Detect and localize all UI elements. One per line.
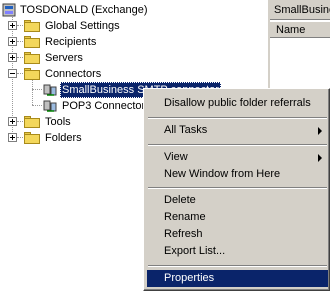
menu-item-properties[interactable]: Properties xyxy=(147,270,328,287)
tree-item-connectors[interactable]: Connectors xyxy=(0,66,200,82)
folder-icon xyxy=(24,132,40,144)
tree-item-label: Global Settings xyxy=(45,20,120,32)
menu-separator xyxy=(148,187,327,189)
menu-item-label: Properties xyxy=(164,272,215,284)
menu-item-label: Disallow public folder referrals xyxy=(164,97,311,109)
collapse-icon[interactable] xyxy=(8,69,17,78)
folder-open-icon xyxy=(24,68,40,80)
column-header-name[interactable]: Name xyxy=(270,21,330,38)
menu-item-new-window[interactable]: New Window from Here xyxy=(147,166,328,183)
menu-item-label: Refresh xyxy=(164,228,203,240)
tree-item-label: Servers xyxy=(45,52,83,64)
exchange-org-icon xyxy=(2,3,16,17)
menu-item-export-list[interactable]: Export List... xyxy=(147,243,328,260)
tree-item-servers[interactable]: Servers xyxy=(0,50,200,66)
menu-item-refresh[interactable]: Refresh xyxy=(147,226,328,243)
tree-item-label: Connectors xyxy=(45,68,102,80)
folder-icon xyxy=(24,20,40,32)
folder-icon xyxy=(24,116,40,128)
connector-icon xyxy=(43,100,57,112)
menu-separator xyxy=(148,117,327,119)
menu-item-delete[interactable]: Delete xyxy=(147,192,328,209)
expand-icon[interactable] xyxy=(8,21,17,30)
tree-item-recipients[interactable]: Recipients xyxy=(0,34,200,50)
menu-item-disallow-referrals[interactable]: Disallow public folder referrals xyxy=(147,95,328,112)
expand-icon[interactable] xyxy=(8,37,17,46)
tree-item-label: Recipients xyxy=(45,36,97,48)
menu-item-label: Rename xyxy=(164,211,206,223)
menu-item-label: All Tasks xyxy=(164,124,208,136)
menu-item-label: View xyxy=(164,151,188,163)
menu-item-label: Delete xyxy=(164,194,196,206)
connector-icon xyxy=(43,84,57,96)
submenu-arrow-icon xyxy=(318,154,322,162)
menu-item-label: Export List... xyxy=(164,245,226,257)
context-menu: Disallow public folder referrals All Tas… xyxy=(143,88,330,291)
menu-separator xyxy=(148,144,327,146)
submenu-arrow-icon xyxy=(318,127,322,135)
folder-icon xyxy=(24,52,40,64)
folder-icon xyxy=(24,36,40,48)
tree-item-label: Folders xyxy=(45,132,82,144)
menu-item-label: New Window from Here xyxy=(164,168,281,180)
expand-icon[interactable] xyxy=(8,117,17,126)
expand-icon[interactable] xyxy=(8,53,17,62)
tree-item-global-settings[interactable]: Global Settings xyxy=(0,18,200,34)
menu-separator xyxy=(148,265,327,267)
menu-item-rename[interactable]: Rename xyxy=(147,209,328,226)
menu-item-all-tasks[interactable]: All Tasks xyxy=(147,122,328,139)
tree-root-label: TOSDONALD (Exchange) xyxy=(20,4,148,16)
details-pane-title: SmallBusine xyxy=(270,0,330,20)
expand-icon[interactable] xyxy=(8,133,17,142)
menu-item-view[interactable]: View xyxy=(147,149,328,166)
tree-item-label: Tools xyxy=(45,116,71,128)
tree-item-label: POP3 Connector xyxy=(62,100,146,112)
